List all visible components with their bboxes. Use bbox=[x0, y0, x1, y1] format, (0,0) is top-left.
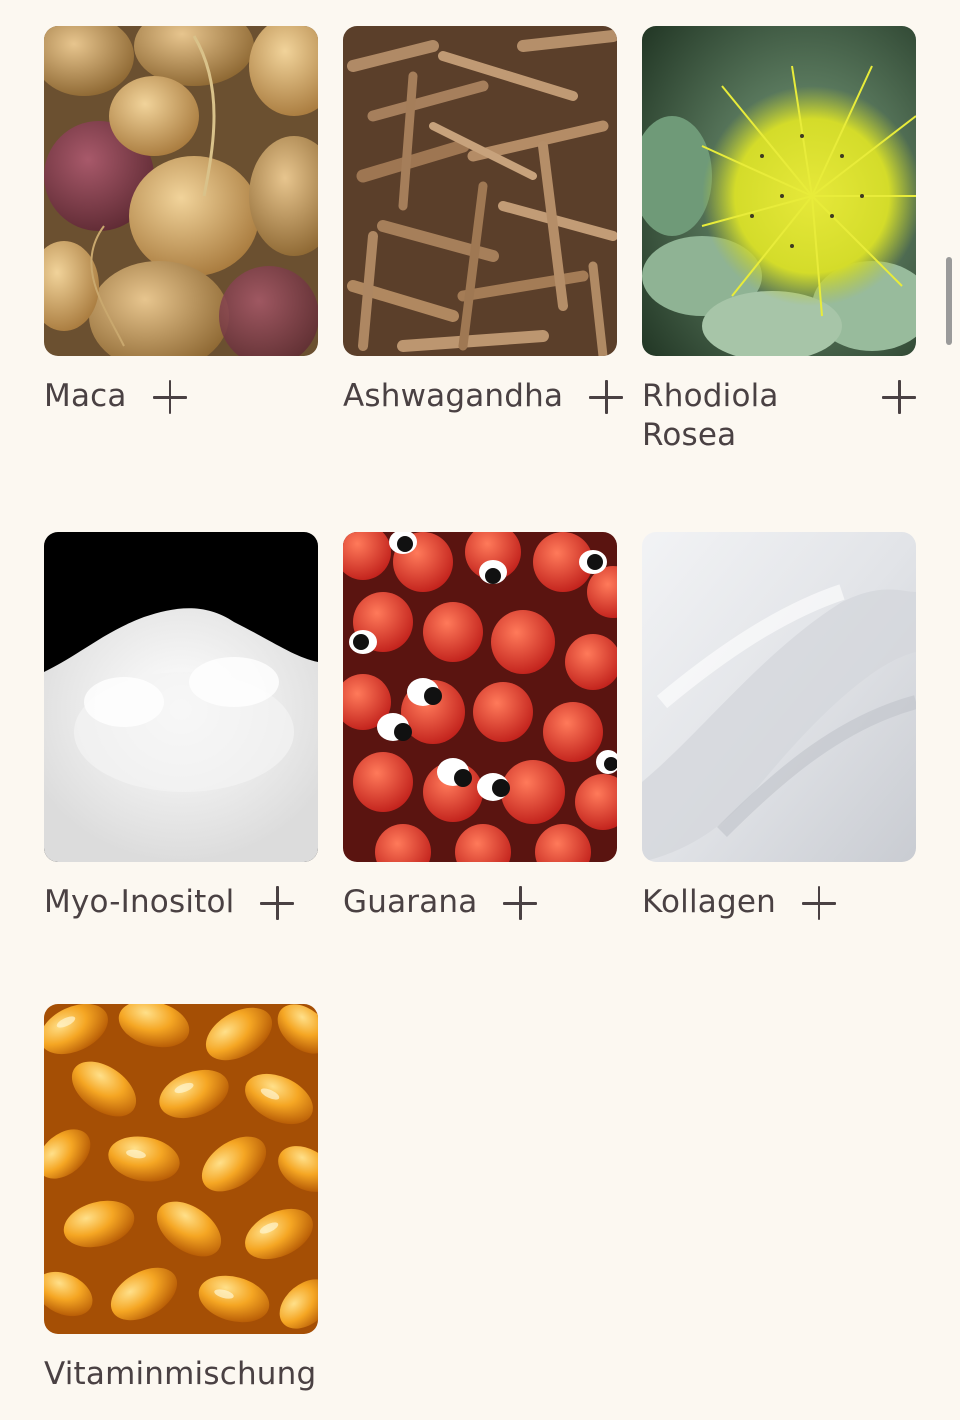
ingredient-card-rhodiola-rosea[interactable]: Rhodiola Rosea bbox=[642, 26, 916, 455]
vitaminmischung-image bbox=[44, 1004, 318, 1334]
ingredient-label: Ashwagandha bbox=[343, 378, 564, 414]
ingredient-card-ashwagandha[interactable]: Ashwagandha bbox=[343, 26, 624, 416]
ashwagandha-image bbox=[343, 26, 617, 356]
ingredient-card-vitaminmischung[interactable]: Vitaminmischung bbox=[44, 1004, 318, 1394]
ingredient-card-myo-inositol[interactable]: Myo-Inositol bbox=[44, 532, 318, 922]
rhodiola-rosea-image bbox=[642, 26, 916, 356]
kollagen-image bbox=[642, 532, 916, 862]
ingredient-label: Maca bbox=[44, 378, 127, 414]
guarana-image bbox=[343, 532, 617, 862]
ingredient-label: Rhodiola Rosea bbox=[642, 378, 779, 453]
plus-icon[interactable] bbox=[260, 886, 295, 920]
ingredient-label: Guarana bbox=[343, 884, 478, 920]
ingredient-card-maca[interactable]: Maca bbox=[44, 26, 318, 416]
ingredient-grid: Maca Ashwagandha Rhodiola Rosea Myo-Inos… bbox=[0, 0, 960, 1420]
plus-icon[interactable] bbox=[801, 886, 836, 920]
plus-icon[interactable] bbox=[152, 380, 187, 414]
plus-icon[interactable] bbox=[882, 380, 916, 414]
myo-inositol-image bbox=[44, 532, 318, 862]
ingredient-card-guarana[interactable]: Guarana bbox=[343, 532, 617, 922]
scrollbar[interactable] bbox=[946, 257, 952, 345]
ingredient-label: Vitaminmischung bbox=[44, 1356, 317, 1392]
plus-icon[interactable] bbox=[589, 380, 624, 414]
maca-image bbox=[44, 26, 318, 356]
ingredient-card-kollagen[interactable]: Kollagen bbox=[642, 532, 916, 922]
ingredient-label: Kollagen bbox=[642, 884, 776, 920]
plus-icon[interactable] bbox=[503, 886, 538, 920]
ingredient-label: Myo-Inositol bbox=[44, 884, 235, 920]
